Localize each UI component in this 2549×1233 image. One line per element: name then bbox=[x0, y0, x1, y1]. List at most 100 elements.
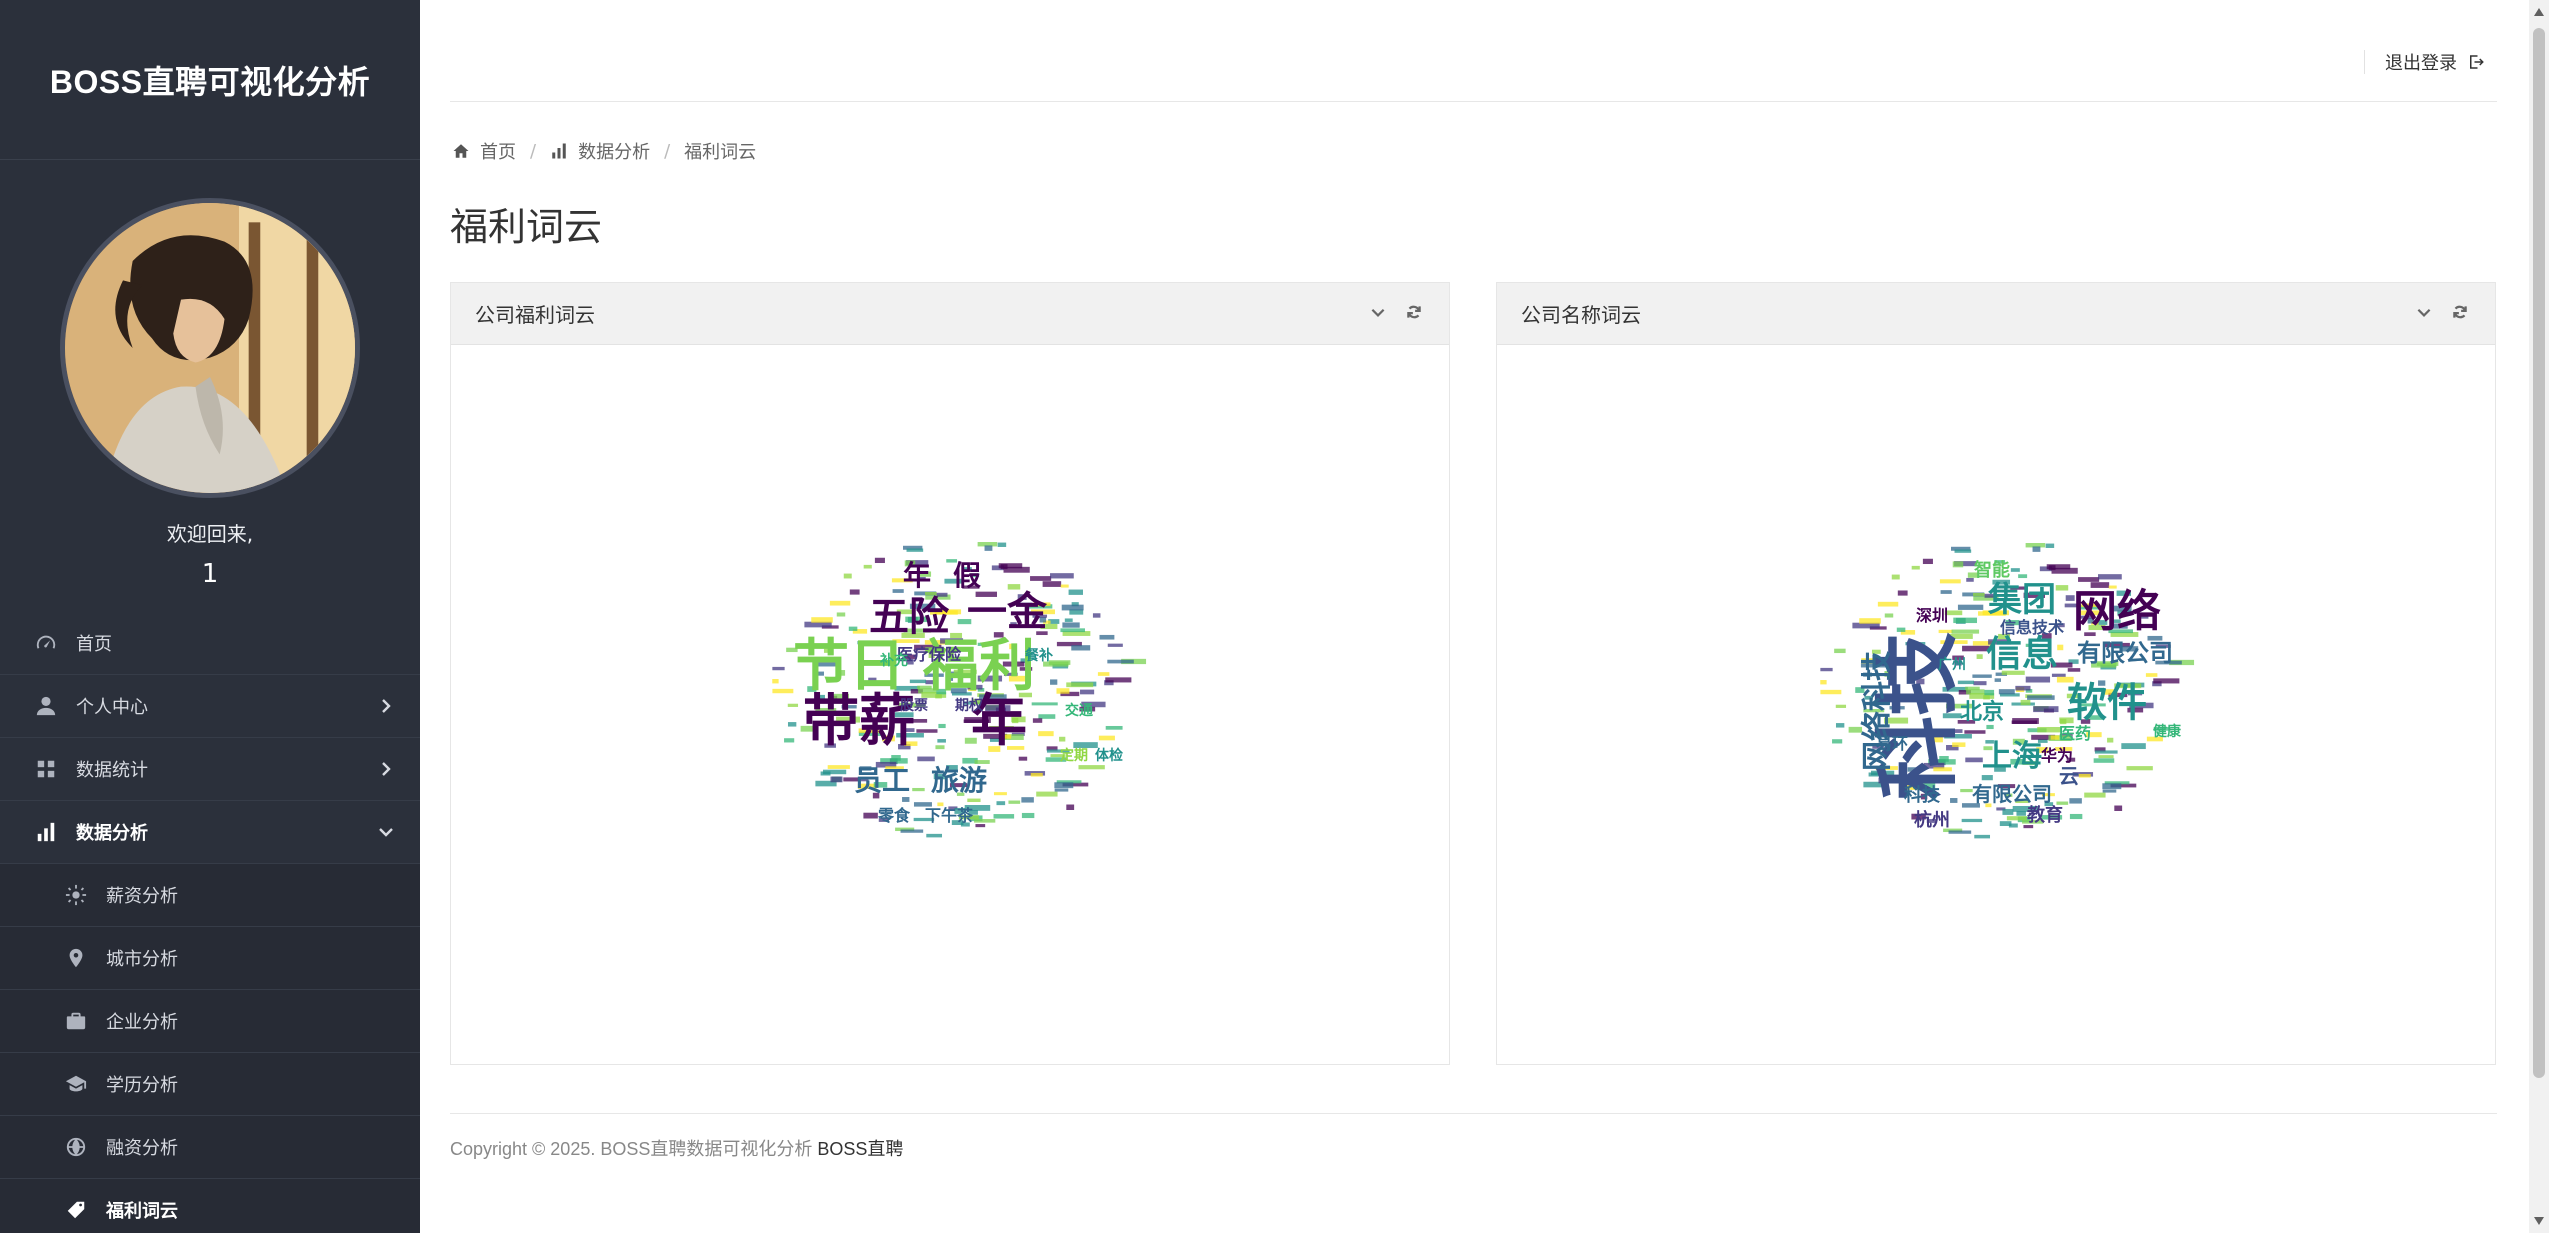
wordcloud-filler-word bbox=[1820, 689, 1842, 695]
wordcloud-filler-word bbox=[935, 745, 945, 750]
wordcloud-filler-word bbox=[1099, 634, 1115, 640]
wordcloud-filler-word bbox=[2126, 766, 2153, 771]
company-name-wordcloud-panel: 公司名称词云 科技 网络 集团 软件 信息 有限公司 网络科技 上海 北京 信息技术 智能 深圳 杭州 教… bbox=[1496, 282, 2496, 1065]
sidebar-item-company-analysis[interactable]: 企业分析 bbox=[0, 990, 420, 1053]
footer: Copyright © 2025. BOSS直聘数据可视化分析 BOSS直聘 bbox=[450, 1135, 903, 1161]
logout-button[interactable]: 退出登录 bbox=[2364, 50, 2485, 74]
sidebar-item-label: 数据分析 bbox=[76, 823, 148, 844]
wordcloud-filler-word bbox=[2025, 676, 2051, 683]
wordcloud-filler-word bbox=[1976, 654, 1983, 659]
logout-label: 退出登录 bbox=[2385, 53, 2457, 74]
wordcloud-filler-word bbox=[820, 771, 831, 776]
wordcloud-filler-word bbox=[1939, 579, 1961, 584]
wordcloud-filler-word bbox=[2010, 568, 2020, 572]
wordcloud-filler-word bbox=[2153, 678, 2180, 684]
wordcloud-filler-word bbox=[1031, 702, 1058, 706]
wordcloud-filler-word bbox=[1984, 689, 1995, 696]
avatar[interactable] bbox=[60, 198, 360, 498]
wordcloud-filler-word bbox=[1981, 775, 1993, 781]
wordcloud-filler-word bbox=[1062, 622, 1080, 628]
sidebar-item-data-analysis[interactable]: 数据分析 bbox=[0, 801, 420, 864]
sidebar-item-salary-analysis[interactable]: 薪资分析 bbox=[0, 864, 420, 927]
wordcloud-filler-word bbox=[1056, 688, 1070, 694]
scroll-thumb[interactable] bbox=[2533, 28, 2545, 1078]
wordcloud-filler-word bbox=[849, 589, 860, 595]
sun-icon bbox=[64, 883, 88, 907]
wordcloud-filler-word bbox=[2078, 773, 2091, 778]
wordcloud-filler-word bbox=[1835, 723, 1845, 728]
sidebar-item-welfare-wordcloud[interactable]: 福利词云 bbox=[0, 1179, 420, 1233]
breadcrumb-analysis[interactable]: 数据分析 bbox=[550, 138, 650, 164]
wordcloud-filler-word bbox=[1054, 782, 1074, 789]
chevron-down-icon bbox=[1371, 308, 1385, 317]
wordcloud-filler-word bbox=[993, 792, 1007, 796]
wordcloud-filler-word bbox=[900, 829, 924, 833]
refresh-button[interactable] bbox=[2451, 303, 2471, 323]
wordcloud-filler-word bbox=[1884, 613, 1894, 618]
wordcloud-filler-word bbox=[1832, 739, 1843, 744]
sidebar-item-label: 企业分析 bbox=[106, 1012, 178, 1033]
panel-tools bbox=[1353, 303, 1425, 323]
wordcloud-word: 易环 bbox=[1876, 734, 1908, 753]
wordcloud-filler-word bbox=[772, 688, 794, 694]
wordcloud-filler-word bbox=[2032, 546, 2041, 552]
scroll-up-arrow[interactable] bbox=[2534, 8, 2544, 16]
wordcloud-word: 旅游 bbox=[931, 764, 987, 797]
wordcloud-filler-word bbox=[1998, 689, 2015, 695]
sidebar-item-home[interactable]: 首页 bbox=[0, 612, 420, 675]
sidebar-item-label: 数据统计 bbox=[76, 760, 148, 781]
wordcloud-filler-word bbox=[827, 765, 850, 769]
wordcloud-filler-word bbox=[1008, 800, 1021, 804]
wordcloud-filler-word bbox=[1911, 565, 1920, 570]
wordcloud-filler-word bbox=[2069, 798, 2082, 804]
wordcloud-filler-word bbox=[916, 729, 938, 733]
sidebar: BOSS直聘可视化分析 欢迎回来, 1 首页 个人中心 数据统计 数据分析 薪资… bbox=[0, 0, 420, 1233]
wordcloud-word: 员工 bbox=[854, 764, 910, 797]
wordcloud-filler-word bbox=[1957, 604, 1984, 610]
brand: BOSS直聘可视化分析 bbox=[0, 0, 420, 160]
wordcloud-filler-word bbox=[1974, 834, 1991, 839]
wordcloud-filler-word bbox=[1922, 558, 1933, 565]
sidebar-item-label: 融资分析 bbox=[106, 1138, 178, 1159]
breadcrumb-separator: / bbox=[530, 140, 537, 162]
wordcloud-filler-word bbox=[2078, 577, 2100, 582]
sidebar-item-financing-analysis[interactable]: 融资分析 bbox=[0, 1116, 420, 1179]
wordcloud-word: 网络 bbox=[2073, 586, 2161, 637]
footer-divider bbox=[450, 1113, 2497, 1114]
wordcloud-filler-word bbox=[1050, 679, 1058, 685]
panel-title: 公司福利词云 bbox=[475, 303, 595, 327]
wordcloud-filler-word bbox=[1896, 627, 1906, 632]
wordcloud-filler-word bbox=[2002, 808, 2014, 815]
panel-tools bbox=[2399, 303, 2471, 323]
breadcrumb-label: 首页 bbox=[480, 142, 516, 163]
tag-icon bbox=[64, 1198, 88, 1222]
brand-title: BOSS直聘可视化分析 bbox=[49, 63, 371, 100]
breadcrumb-home[interactable]: 首页 bbox=[452, 138, 516, 164]
sidebar-item-label: 福利词云 bbox=[106, 1201, 178, 1222]
wordcloud-word: 带薪 bbox=[803, 689, 915, 754]
wordcloud-filler-word bbox=[772, 679, 779, 684]
wordcloud-filler-word bbox=[993, 814, 1015, 819]
wordcloud-filler-word bbox=[2121, 743, 2146, 750]
footer-link[interactable]: BOSS直聘 bbox=[817, 1139, 903, 1159]
collapse-button[interactable] bbox=[1369, 303, 1389, 323]
graduation-cap-icon bbox=[64, 1072, 88, 1096]
wordcloud-filler-word bbox=[2094, 750, 2118, 754]
sidebar-item-data-statistics[interactable]: 数据统计 bbox=[0, 738, 420, 801]
wordcloud-filler-word bbox=[1064, 618, 1073, 622]
sidebar-item-personal-center[interactable]: 个人中心 bbox=[0, 675, 420, 738]
collapse-button[interactable] bbox=[2415, 303, 2435, 323]
chevron-down-icon bbox=[2417, 308, 2431, 317]
bar-chart-icon bbox=[34, 820, 58, 844]
sidebar-item-city-analysis[interactable]: 城市分析 bbox=[0, 927, 420, 990]
wordcloud-filler-word bbox=[1948, 830, 1972, 834]
page-scrollbar[interactable] bbox=[2529, 0, 2549, 1233]
wordcloud-word: 有限公司 bbox=[1972, 782, 2052, 806]
wordcloud-filler-word bbox=[1940, 590, 1952, 594]
refresh-button[interactable] bbox=[1405, 303, 1425, 323]
company-name-wordcloud: 科技网络集团软件信息 有限公司网络科技 上海北京信息技术智能深圳杭州 教育科技 有限公司… bbox=[1820, 543, 2195, 839]
sidebar-item-label: 城市分析 bbox=[106, 949, 178, 970]
wordcloud-filler-word bbox=[2067, 668, 2081, 672]
scroll-down-arrow[interactable] bbox=[2534, 1217, 2544, 1225]
sidebar-item-education-analysis[interactable]: 学历分析 bbox=[0, 1053, 420, 1116]
